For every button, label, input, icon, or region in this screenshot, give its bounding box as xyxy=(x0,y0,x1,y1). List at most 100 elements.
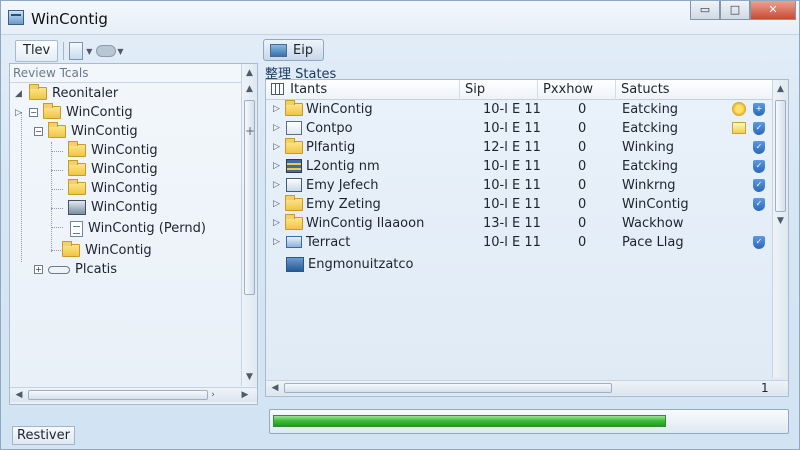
collapse-arrow-icon[interactable]: ◢ xyxy=(15,89,24,99)
scroll-up-arrow-icon[interactable]: ▲ xyxy=(773,82,788,96)
scroll-down-arrow-icon[interactable]: ▼ xyxy=(242,370,257,384)
items-list-pane[interactable]: Itants Sip Pxxhow Satucts ▷ WinContig 10… xyxy=(265,79,789,397)
expand-arrow-icon[interactable]: ▷ xyxy=(15,108,24,118)
folder-icon xyxy=(68,141,86,157)
tree-item-label: Reonitaler xyxy=(52,86,119,101)
scroll-down-arrow-icon[interactable]: ▼ xyxy=(773,214,788,228)
item-name: Terract xyxy=(306,235,351,250)
list-row[interactable]: ▷ Emy Zeting 10-l E 11 0 WinContig ✓ xyxy=(266,195,772,214)
main-window: WinContig ▭ □ ✕ Tlev ▼ ▼ Eip Review Tcal… xyxy=(0,0,800,450)
item-status: Eatcking xyxy=(622,159,679,174)
tree-guide xyxy=(21,112,22,262)
expand-arrow-icon[interactable]: ▷ xyxy=(273,100,280,119)
tree-item-label: WinContig xyxy=(85,243,152,258)
item-status: Eatcking xyxy=(622,102,679,117)
item-status: Wackhow xyxy=(622,216,684,231)
tree-item[interactable]: ▷ − WinContig xyxy=(15,103,133,122)
column-header-size[interactable]: Sip xyxy=(460,80,538,100)
list-row[interactable]: ▷ Emy Jefech 10-l E 11 0 Winkrng ✓ xyxy=(266,176,772,195)
expand-arrow-icon[interactable]: ▷ xyxy=(273,214,280,233)
folder-tree-pane[interactable]: Review Tcals ◢ Reonitaler ▷ − WinContig … xyxy=(9,63,258,405)
folder-icon xyxy=(68,160,86,176)
scrollbar-thumb[interactable] xyxy=(28,390,208,400)
folder-icon xyxy=(29,84,47,100)
list-row[interactable]: ▷ L2ontig nm 10-l E 11 0 Eatcking ✓ xyxy=(266,157,772,176)
scroll-right-arrow-icon[interactable]: › xyxy=(206,388,220,402)
cloud-icon[interactable] xyxy=(96,45,117,57)
device-icon[interactable] xyxy=(69,42,84,60)
scroll-up-arrow-icon[interactable]: ▲ xyxy=(242,66,257,80)
shield-check-icon: ✓ xyxy=(753,141,765,154)
tree-item[interactable]: WinContig xyxy=(62,241,152,260)
item-name: L2ontig nm xyxy=(306,159,380,174)
expand-arrow-icon[interactable]: ▷ xyxy=(273,176,280,195)
title-bar[interactable]: WinContig ▭ □ ✕ xyxy=(1,1,799,35)
expand-arrow-icon[interactable]: ▷ xyxy=(273,119,280,138)
tree-item[interactable]: − WinContig xyxy=(34,122,138,141)
scrollbar-thumb[interactable] xyxy=(284,383,612,393)
tree-item[interactable]: ◢ Reonitaler xyxy=(15,84,118,103)
tree-item[interactable]: WinContig xyxy=(68,198,158,217)
folder-icon xyxy=(285,100,303,116)
minimize-button[interactable]: ▭ xyxy=(690,1,720,20)
expand-arrow-icon[interactable]: ▷ xyxy=(273,195,280,214)
list-vertical-scrollbar[interactable]: ▲ ▼ xyxy=(772,80,788,378)
list-row[interactable]: Engmonuitzatco xyxy=(266,255,772,274)
chevron-down-icon[interactable]: ▼ xyxy=(117,47,123,56)
eip-button[interactable]: Eip xyxy=(263,39,325,61)
list-row[interactable]: ▷ Terract 10-l E 11 0 Pace Llag ✓ xyxy=(266,233,772,252)
column-header-label: Itants xyxy=(290,82,328,97)
tree-item[interactable]: + Plcatis xyxy=(34,260,117,279)
close-button[interactable]: ✕ xyxy=(750,1,796,20)
item-status: Winking xyxy=(622,140,675,155)
item-size: 10-l E 11 xyxy=(483,178,541,193)
scrollbar-thumb[interactable] xyxy=(775,100,786,212)
expand-box-icon[interactable]: − xyxy=(29,108,38,117)
item-size: 10-l E 11 xyxy=(483,197,541,212)
grid-icon xyxy=(286,159,302,173)
list-row[interactable]: ▷ WinContig 10-l E 11 0 Eatcking + xyxy=(266,100,772,119)
sun-icon xyxy=(732,102,746,116)
monitor-icon xyxy=(270,43,287,57)
tree-item[interactable]: WinContig xyxy=(68,179,158,198)
tree-item[interactable]: WinContig xyxy=(68,160,158,179)
view-button[interactable]: Tlev xyxy=(15,40,59,62)
scroll-up-arrow-icon[interactable]: ▲ xyxy=(242,82,257,96)
expand-box-icon[interactable]: + xyxy=(34,265,43,274)
item-count: 0 xyxy=(578,102,587,117)
document-icon xyxy=(70,220,83,237)
expand-arrow-icon[interactable]: ▷ xyxy=(273,157,280,176)
tree-horizontal-scrollbar[interactable]: ◀ › ▶ xyxy=(10,387,257,402)
column-header-status[interactable]: Satucts xyxy=(616,80,772,100)
expand-box-icon[interactable]: − xyxy=(34,127,43,136)
scroll-left-arrow-icon[interactable]: ◀ xyxy=(268,381,282,395)
list-row[interactable]: ▷ Plfantig 12-l E 11 0 Winking ✓ xyxy=(266,138,772,157)
column-header-name[interactable]: Itants xyxy=(266,80,460,100)
folder-icon xyxy=(68,179,86,195)
expand-arrow-icon[interactable]: ▷ xyxy=(273,138,280,157)
tree-item[interactable]: WinContig xyxy=(68,141,158,160)
item-count: 0 xyxy=(578,140,587,155)
scroll-right-arrow-icon[interactable]: ▶ xyxy=(238,388,252,402)
tree-item[interactable]: WinContig (Pernd) xyxy=(70,219,206,238)
item-name: Emy Jefech xyxy=(306,178,379,193)
window-title: WinContig xyxy=(31,10,108,28)
shield-check-icon: ✓ xyxy=(753,236,765,249)
restore-button[interactable]: Restiver xyxy=(12,426,75,445)
column-header-count[interactable]: Pxxhow xyxy=(538,80,616,100)
plus-icon[interactable]: + xyxy=(245,124,255,138)
list-row[interactable]: ▷ Contpo 10-l E 11 0 Eatcking ✓ xyxy=(266,119,772,138)
expand-arrow-icon[interactable]: ▷ xyxy=(273,233,280,252)
shield-check-icon: ✓ xyxy=(753,179,765,192)
list-horizontal-scrollbar[interactable]: ◀ xyxy=(266,380,788,395)
item-name: WinContig Ilaaoon xyxy=(306,216,425,231)
item-name: WinContig xyxy=(306,102,373,117)
tree-item-label: WinContig xyxy=(91,181,158,196)
monitor-check-icon xyxy=(286,178,302,192)
scroll-left-arrow-icon[interactable]: ◀ xyxy=(12,388,26,402)
list-row[interactable]: ▷ WinContig Ilaaoon 13-l E 11 0 Wackhow xyxy=(266,214,772,233)
chevron-down-icon[interactable]: ▼ xyxy=(86,47,92,56)
mail-icon xyxy=(286,236,302,248)
maximize-button[interactable]: □ xyxy=(720,1,750,20)
tree-vertical-scrollbar[interactable]: ▲ ▲ + ▼ xyxy=(241,64,257,386)
